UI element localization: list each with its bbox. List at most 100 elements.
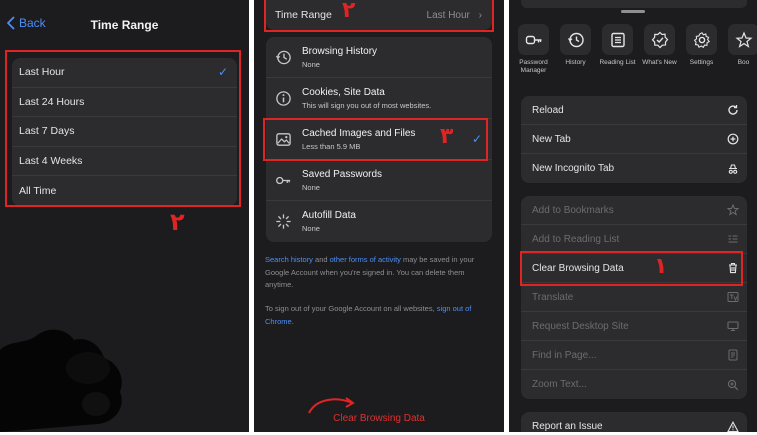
- annotation-highlight-box: [264, 0, 494, 32]
- gear-icon: [693, 31, 710, 48]
- history-icon: [275, 50, 291, 64]
- tile-label: History: [565, 59, 586, 66]
- annotation-highlight-box: [5, 50, 241, 207]
- info-icon: [276, 90, 291, 106]
- translate-icon: [727, 292, 739, 302]
- annotation-highlight-box: [520, 251, 743, 286]
- tile-settings[interactable]: Settings: [686, 24, 717, 75]
- menu-item-translate[interactable]: Translate: [521, 283, 747, 312]
- menu-item-add-to-reading-list[interactable]: Add to Reading List: [521, 225, 747, 254]
- plus-circle-icon: [727, 133, 739, 145]
- data-item-title: Saved Passwords: [302, 168, 383, 180]
- menu-item-label: Zoom Text...: [532, 379, 587, 390]
- info-paragraph-activity: Search history and other forms of activi…: [265, 254, 491, 292]
- menu-item-label: Report an Issue: [532, 421, 603, 432]
- incognito-icon: [728, 163, 738, 174]
- data-item-title: Autofill Data: [302, 210, 356, 221]
- tile-label: Reading List: [599, 59, 636, 66]
- tile-reading-list[interactable]: Reading List: [599, 24, 636, 75]
- obscured-region: [0, 329, 122, 432]
- data-item-text: Saved Passwords None: [302, 169, 482, 192]
- menu-item-label: New Tab: [532, 133, 571, 145]
- reading-list-icon: [728, 235, 738, 243]
- annotation-number: ١: [654, 254, 668, 279]
- tile-icon-box: [644, 24, 675, 55]
- data-item-browsing-history[interactable]: Browsing History None: [266, 37, 492, 78]
- history-icon: [567, 32, 584, 47]
- data-item-subtitle: None: [302, 224, 320, 233]
- tile-whats-new[interactable]: What's New: [642, 24, 677, 75]
- tile-label: Password Manager: [519, 59, 548, 74]
- tile-icon-box: [602, 24, 633, 55]
- clear-browsing-data-screen: Time Range Last Hour › ٢ Browsing Histor…: [254, 0, 504, 432]
- menu-item-label: Translate: [532, 291, 574, 303]
- menu-item-label: New Incognito Tab: [532, 163, 615, 174]
- menu-item-new-tab[interactable]: New Tab: [521, 125, 747, 154]
- data-item-cookies-site-data[interactable]: Cookies, Site Data This will sign you ou…: [266, 78, 492, 119]
- page-title: Time Range: [90, 18, 159, 32]
- annotation-number: ٢: [170, 208, 185, 236]
- data-item-text: Browsing History None: [302, 46, 482, 69]
- clear-browsing-data-button[interactable]: Clear Browsing Data: [254, 413, 504, 424]
- menu-item-new-incognito-tab[interactable]: New Incognito Tab: [521, 154, 747, 183]
- tile-password-manager[interactable]: Password Manager: [518, 24, 549, 75]
- info-text: To sign out of your Google Account on al…: [265, 304, 437, 313]
- menu-item-label: Add to Reading List: [532, 233, 620, 245]
- zoom-icon: [727, 379, 739, 390]
- annotation-number: ٣: [440, 124, 454, 149]
- tile-bookmarks[interactable]: Boo: [728, 24, 757, 75]
- menu-item-add-to-bookmarks[interactable]: Add to Bookmarks: [521, 196, 747, 225]
- star-icon: [727, 204, 739, 216]
- desktop-icon: [727, 321, 739, 332]
- data-item-subtitle: None: [302, 59, 320, 69]
- info-paragraph-sign-out: To sign out of your Google Account on al…: [265, 303, 491, 328]
- top-strip: [521, 0, 747, 8]
- tile-label: Boo: [737, 59, 750, 66]
- key-icon: [276, 176, 291, 184]
- data-item-subtitle: This will sign you out of most websites.: [302, 100, 432, 110]
- tile-label: What's New: [642, 59, 677, 66]
- star-icon: [734, 30, 753, 48]
- search-history-link[interactable]: Search history: [265, 255, 313, 264]
- sparkle-icon: [276, 214, 291, 229]
- tile-icon-box: [686, 24, 717, 55]
- tile-history[interactable]: History: [560, 24, 591, 75]
- nav-bar: Back Time Range: [0, 0, 249, 48]
- data-item-saved-passwords[interactable]: Saved Passwords None: [266, 160, 492, 201]
- menu-item-label: Request Desktop Site: [532, 320, 629, 332]
- menu-item-label: Add to Bookmarks: [532, 204, 614, 216]
- tile-icon-box: [560, 24, 591, 55]
- menu-item-zoom-text[interactable]: Zoom Text...: [521, 370, 747, 399]
- data-item-text: Cookies, Site Data This will sign you ou…: [302, 87, 482, 110]
- quick-actions-row: Password Manager History Reading List Wh…: [518, 24, 757, 75]
- find-icon: [728, 349, 738, 361]
- key-icon: [525, 35, 541, 44]
- menu-item-label: Find in Page...: [532, 349, 597, 361]
- sheet-handle[interactable]: [621, 10, 645, 13]
- warning-icon: [727, 420, 739, 432]
- annotation-number: ٢: [342, 0, 356, 23]
- info-text: and: [312, 255, 330, 264]
- menu-item-find-in-page[interactable]: Find in Page...: [521, 341, 747, 370]
- data-item-subtitle: None: [302, 182, 320, 192]
- menu-group-navigation: Reload New Tab New Incognito Tab: [521, 96, 747, 183]
- annotation-highlight-box: [263, 118, 488, 161]
- menu-item-report-an-issue[interactable]: Report an Issue: [521, 412, 747, 432]
- tile-label: Settings: [689, 59, 714, 66]
- menu-group-support: Report an Issue: [521, 412, 747, 432]
- data-item-autofill-data[interactable]: Autofill Data None: [266, 201, 492, 242]
- time-range-screen: Back Time Range Last Hour ✓ Last 24 Hour…: [0, 0, 249, 432]
- badge-check-icon: [651, 31, 668, 48]
- data-item-title: Cookies, Site Data: [302, 86, 385, 98]
- menu-item-reload[interactable]: Reload: [521, 96, 747, 125]
- data-item-title: Browsing History: [302, 45, 378, 57]
- reload-icon: [728, 105, 738, 115]
- menu-item-request-desktop-site[interactable]: Request Desktop Site: [521, 312, 747, 341]
- other-activity-link[interactable]: other forms of activity: [330, 255, 401, 264]
- tile-icon-box: [728, 24, 757, 55]
- info-text: .: [291, 316, 294, 326]
- data-item-text: Autofill Data None: [302, 210, 482, 233]
- tile-icon-box: [518, 24, 549, 55]
- menu-item-label: Reload: [532, 104, 564, 116]
- menu-group-page-actions: Add to Bookmarks Add to Reading List Cle…: [521, 196, 747, 399]
